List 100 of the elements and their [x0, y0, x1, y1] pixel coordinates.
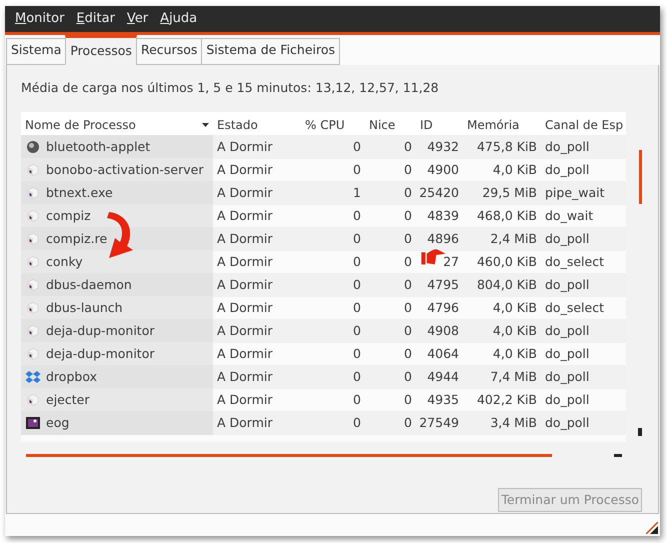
sphere-icon [25, 138, 41, 155]
column-header[interactable]: % CPU [301, 112, 365, 138]
menu-item[interactable]: Monitor [15, 9, 64, 29]
table-cell-text: 0 [404, 368, 412, 386]
table-cell-text: 0 [404, 206, 412, 224]
process-name: dropbox [46, 368, 97, 386]
table-cell-text: 0 [404, 414, 412, 432]
table-cell-text: 0 [353, 252, 361, 270]
cube-icon [25, 208, 41, 224]
menu-item[interactable]: Ajuda [160, 9, 198, 29]
table-cell-text: 4908 [427, 322, 459, 340]
table-cell-text: 0 [353, 138, 361, 156]
table-cell-text: A Dormir [217, 276, 273, 294]
table-cell-text: 0 [404, 344, 412, 362]
table-cell-text: A Dormir [217, 138, 273, 156]
process-name: btnext.exe [46, 184, 113, 202]
table-cell-text: 27549 [419, 414, 459, 432]
table-cell-text: 4064 [427, 344, 459, 362]
table-cell-text: do_poll [545, 344, 590, 363]
table-cell-text: A Dormir [217, 160, 273, 178]
cube-icon [25, 184, 41, 201]
table-cell-text: pipe_wait [545, 184, 605, 202]
process-name: compiz [46, 206, 91, 225]
tab[interactable]: Sistema de Ficheiros [201, 38, 340, 65]
table-cell-text: 0 [404, 298, 412, 316]
dropbox-icon [25, 368, 41, 385]
cube-icon [25, 300, 41, 316]
table-cell-text: A Dormir [217, 230, 273, 248]
table-cell-text: 4,0 KiB [492, 298, 537, 316]
table-cell-text: 0 [353, 414, 361, 432]
tab[interactable]: Processos [65, 35, 137, 65]
table-cell-text: 0 [353, 390, 361, 408]
table-cell-text: do_select [545, 298, 604, 317]
menu-item[interactable]: Editar [76, 9, 115, 29]
tab[interactable]: Recursos [136, 38, 202, 65]
column-header[interactable]: Estado [213, 112, 301, 138]
table-cell-text: 4935 [427, 390, 459, 408]
table-cell-text: A Dormir [217, 184, 273, 202]
table-cell-text: 0 [353, 322, 361, 340]
table-cell-text: 0 [353, 298, 361, 316]
table-cell-text: 2,4 MiB [490, 230, 537, 248]
table-cell-text: do_poll [545, 414, 590, 432]
resize-grip-icon[interactable] [646, 522, 658, 534]
table-cell-text: 0 [404, 390, 412, 408]
table-cell-text: do_poll [545, 368, 590, 386]
table-cell-text: do_poll [545, 160, 590, 179]
column-header[interactable]: Memória [463, 112, 541, 138]
menu-item[interactable]: Ver [126, 9, 148, 29]
cube-icon [25, 392, 41, 408]
table-cell-text: A Dormir [217, 298, 273, 316]
column-header[interactable]: ID [416, 112, 463, 138]
table-cell-text: 27 [443, 252, 459, 270]
table-cell-text: do_poll [545, 138, 590, 156]
table-cell-text: 4839 [427, 206, 459, 224]
table-cell-text: 0 [353, 230, 361, 248]
table-cell-text: A Dormir [217, 344, 273, 362]
table-cell-text: 0 [404, 160, 412, 178]
table-cell-text: 4796 [427, 298, 459, 316]
process-name: deja-dup-monitor [46, 322, 154, 340]
table-cell-text: do_select [545, 252, 604, 271]
table-cell-text: 0 [404, 230, 412, 248]
table-cell-text: 468,0 KiB [476, 206, 537, 224]
column-header[interactable]: Nice [365, 112, 416, 138]
table-cell-text: 4,0 KiB [492, 160, 537, 178]
table-cell-text: 4900 [427, 160, 459, 178]
column-header[interactable]: Canal de Esp [541, 112, 626, 138]
process-name: bonobo-activation-server [46, 160, 204, 178]
process-name: conky [46, 252, 83, 271]
sort-arrow-icon [202, 122, 209, 126]
cube-icon [25, 230, 41, 247]
table-cell-text: A Dormir [217, 390, 273, 408]
column-header[interactable]: Nome de Processo [21, 112, 213, 138]
table-cell-text: 4944 [427, 368, 459, 386]
table-cell-text: 1 [353, 184, 361, 202]
table-cell-text: 7,4 MiB [490, 368, 537, 386]
table-cell-text: 0 [404, 276, 412, 294]
table-cell-text: 0 [353, 160, 361, 178]
table-cell-text: 402,2 KiB [476, 390, 537, 408]
picture-icon [25, 414, 41, 431]
table-cell-text: 0 [404, 322, 412, 340]
table-cell-text: 4932 [427, 138, 459, 156]
table-cell-text: 0 [353, 276, 361, 294]
tab[interactable]: Sistema [6, 38, 66, 65]
load-average-text: Média de carga nos últimos 1, 5 e 15 minutos: 13,12, 12,57, 11,28 [21, 78, 440, 97]
process-name: bluetooth-applet [46, 138, 150, 156]
table-cell-text: 0 [353, 206, 361, 224]
table-cell-text: 4896 [427, 230, 459, 248]
table-cell-text: 0 [404, 184, 412, 202]
cube-icon [25, 254, 41, 270]
table-cell-text: A Dormir [217, 322, 273, 340]
table-cell-text: 804,0 KiB [476, 276, 537, 294]
process-name: ejecter [46, 390, 90, 409]
process-name: eog [46, 414, 70, 432]
table-cell-text: 475,8 KiB [476, 138, 537, 156]
table-cell-text: 4,0 KiB [492, 322, 537, 340]
table-cell-text: A Dormir [217, 252, 273, 270]
table-cell-text: do_poll [545, 322, 590, 340]
table-cell-text: 29,5 MiB [482, 184, 537, 202]
table-cell-text: 3,4 MiB [490, 414, 537, 432]
table-cell-text: 0 [353, 368, 361, 386]
